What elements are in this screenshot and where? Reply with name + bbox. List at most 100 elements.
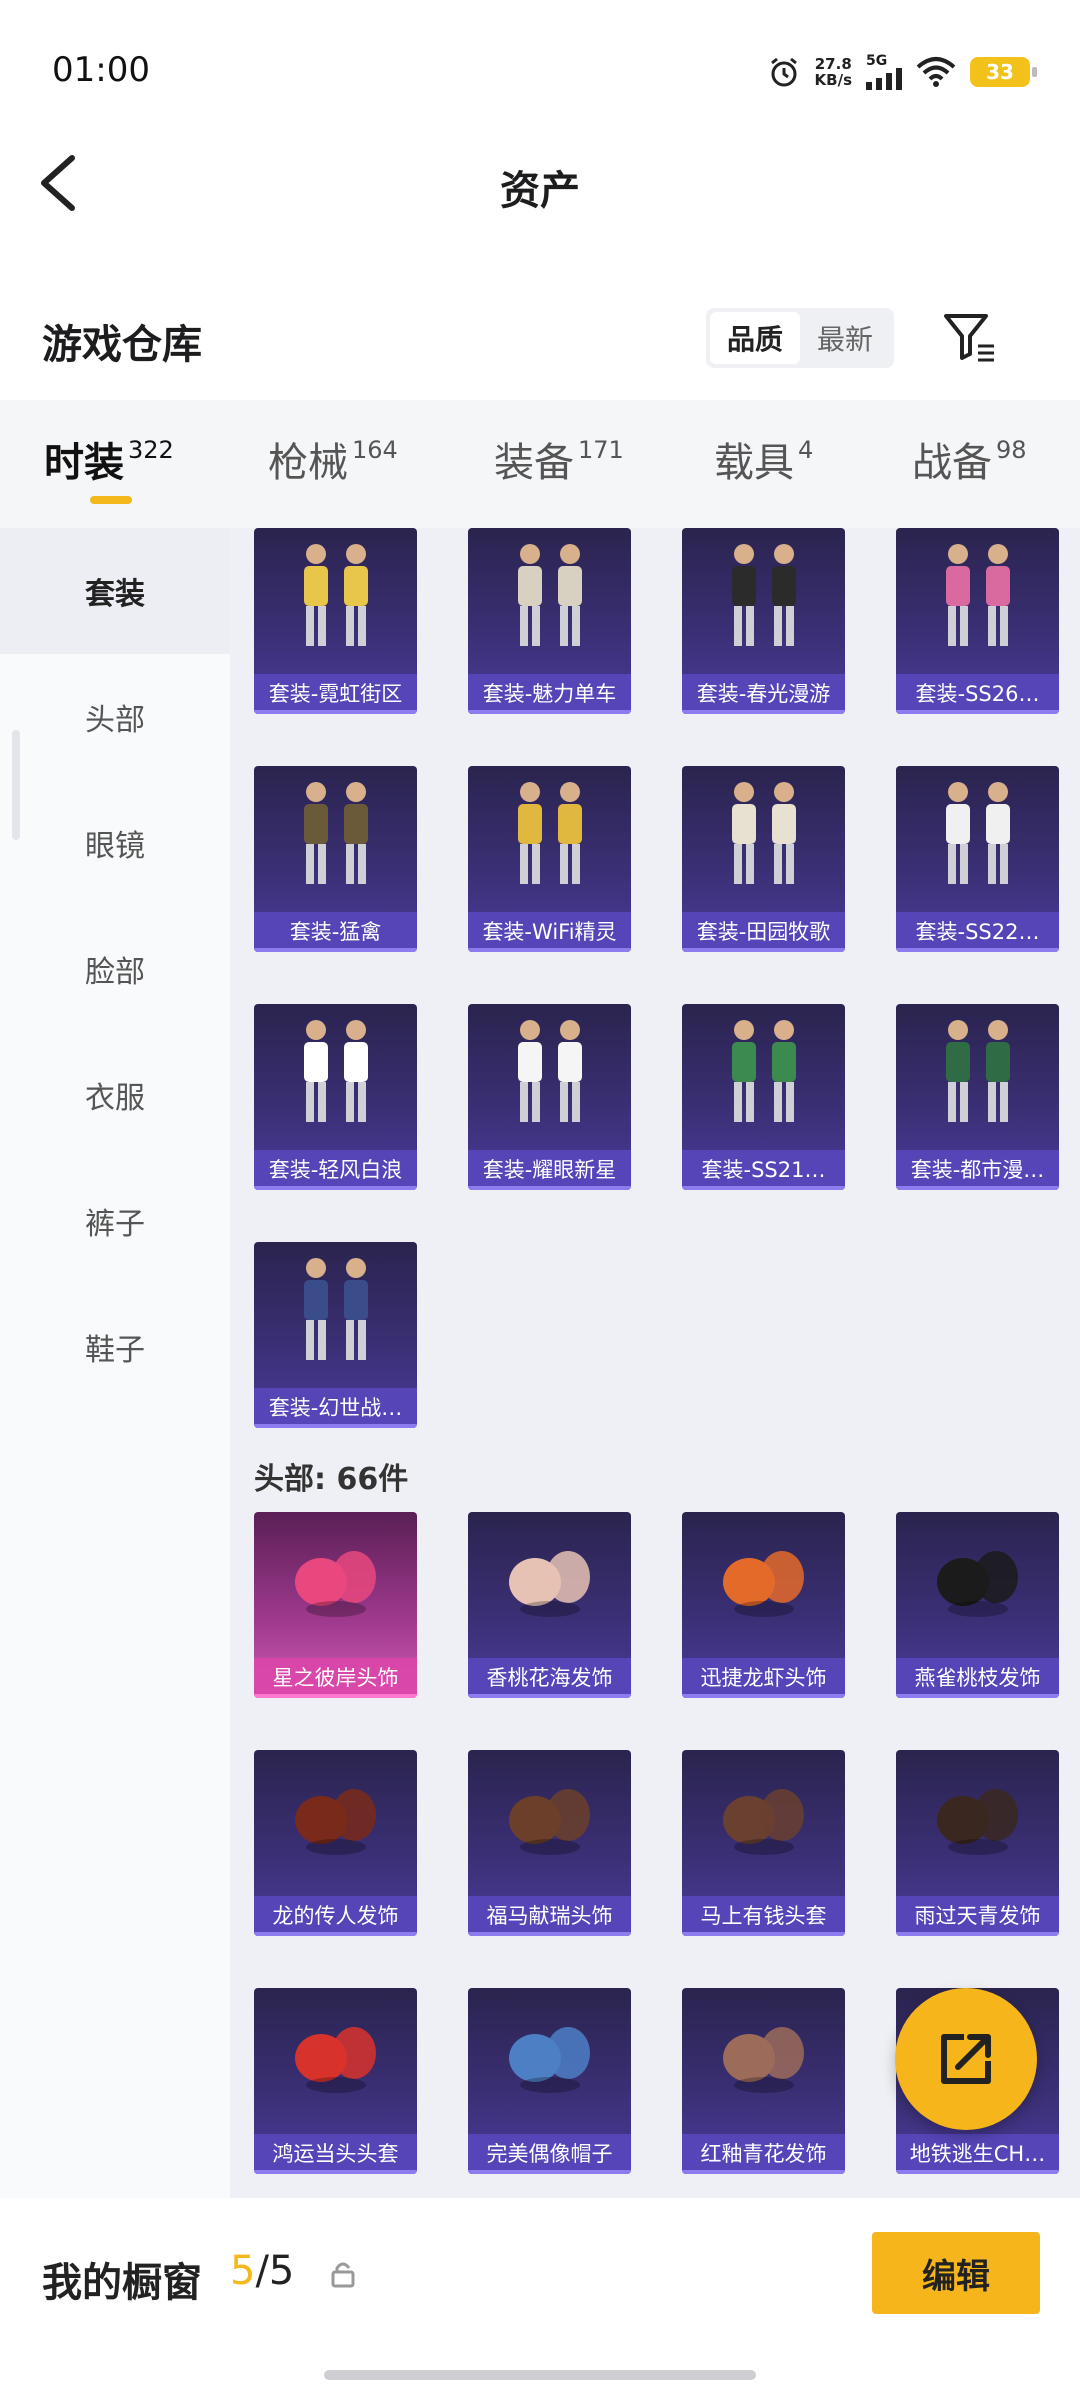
tab-label: 装备 <box>494 440 574 486</box>
item-label: 完美偶像帽子 <box>468 2134 631 2174</box>
head-item-card[interactable]: 鸿运当头头套 <box>254 1988 417 2174</box>
edit-button[interactable]: 编辑 <box>872 2232 1040 2314</box>
tab-equipment[interactable]: 装备 171 <box>494 430 624 488</box>
item-thumbnail <box>254 1242 417 1382</box>
tab-count: 164 <box>352 436 398 464</box>
suit-card[interactable]: 套装-SS26… <box>896 528 1059 714</box>
speed-value: 27.8 <box>814 55 852 73</box>
item-label: 套装-幻世战… <box>254 1388 417 1428</box>
tab-combat-gear[interactable]: 战备 98 <box>912 430 1027 488</box>
head-item-card[interactable]: 燕雀桃枝发饰 <box>896 1512 1059 1698</box>
sidebar-item-clothes[interactable]: 衣服 <box>0 1032 230 1158</box>
suit-card[interactable]: 套装-霓虹街区 <box>254 528 417 714</box>
head-item-card[interactable]: 马上有钱头套 <box>682 1750 845 1936</box>
suit-card[interactable]: 套装-耀眼新星 <box>468 1004 631 1190</box>
item-thumbnail <box>896 766 1059 906</box>
rarity-edge <box>254 1186 417 1190</box>
item-label: 地铁逃生CH… <box>896 2134 1059 2174</box>
tab-label: 载具 <box>714 440 794 486</box>
sidebar-item-pants[interactable]: 裤子 <box>0 1158 230 1284</box>
suit-card[interactable]: 套装-WiFi精灵 <box>468 766 631 952</box>
item-thumbnail <box>468 528 631 668</box>
alarm-icon <box>770 57 797 87</box>
rarity-edge <box>254 948 417 952</box>
item-label: 套装-霓虹街区 <box>254 674 417 714</box>
rarity-edge <box>896 1186 1059 1190</box>
rarity-edge <box>896 948 1059 952</box>
tab-count: 171 <box>578 436 624 464</box>
suit-card[interactable]: 套装-都市漫… <box>896 1004 1059 1190</box>
warehouse-title: 游戏仓库 <box>42 322 202 368</box>
tab-count: 322 <box>128 436 174 464</box>
item-thumbnail <box>682 1750 845 1890</box>
item-label: 龙的传人发饰 <box>254 1896 417 1936</box>
sidebar-item-shoes[interactable]: 鞋子 <box>0 1284 230 1410</box>
rarity-edge <box>468 1694 631 1698</box>
head-item-card[interactable]: 完美偶像帽子 <box>468 1988 631 2174</box>
head-item-card[interactable]: 红釉青花发饰 <box>682 1988 845 2174</box>
tab-label: 战备 <box>912 440 992 486</box>
suit-card[interactable]: 套装-SS21… <box>682 1004 845 1190</box>
page-title: 资产 <box>500 168 580 214</box>
item-thumbnail <box>468 1004 631 1144</box>
head-item-card[interactable]: 迅捷龙虾头饰 <box>682 1512 845 1698</box>
rarity-edge <box>682 1694 845 1698</box>
external-link-icon <box>941 2034 991 2084</box>
showcase-total: /5 <box>255 2248 295 2294</box>
item-label: 套装-猛禽 <box>254 912 417 952</box>
rarity-edge <box>254 1932 417 1936</box>
item-thumbnail <box>254 1004 417 1144</box>
suit-card[interactable]: 套装-幻世战… <box>254 1242 417 1428</box>
sidebar-scrollbar[interactable] <box>12 730 20 840</box>
tab-guns[interactable]: 枪械 164 <box>268 430 398 488</box>
rarity-edge <box>896 710 1059 714</box>
suit-card[interactable]: 套装-猛禽 <box>254 766 417 952</box>
tab-fashion[interactable]: 时装 322 <box>44 430 174 488</box>
suit-card[interactable]: 套装-魅力单车 <box>468 528 631 714</box>
item-label: 马上有钱头套 <box>682 1896 845 1936</box>
filter-button[interactable] <box>942 310 998 366</box>
head-item-card[interactable]: 龙的传人发饰 <box>254 1750 417 1936</box>
head-item-card[interactable]: 香桃花海发饰 <box>468 1512 631 1698</box>
rarity-edge <box>468 948 631 952</box>
item-label: 雨过天青发饰 <box>896 1896 1059 1936</box>
rarity-edge <box>468 2170 631 2174</box>
item-label: 套装-SS21… <box>682 1150 845 1190</box>
sort-quality-button[interactable]: 品质 <box>710 312 800 364</box>
sidebar-item-head[interactable]: 头部 <box>0 654 230 780</box>
item-thumbnail <box>682 1004 845 1144</box>
suit-card[interactable]: 套装-春光漫游 <box>682 528 845 714</box>
rarity-edge <box>896 1932 1059 1936</box>
item-thumbnail <box>896 528 1059 668</box>
head-item-card[interactable]: 雨过天青发饰 <box>896 1750 1059 1936</box>
sort-newest-button[interactable]: 最新 <box>800 312 890 364</box>
item-label: 套装-耀眼新星 <box>468 1150 631 1190</box>
tab-label: 枪械 <box>268 440 348 486</box>
lock-icon <box>330 2260 356 2288</box>
item-thumbnail <box>468 1512 631 1652</box>
speed-unit: KB/s <box>814 71 852 89</box>
suit-card[interactable]: 套装-SS22… <box>896 766 1059 952</box>
item-thumbnail <box>254 766 417 906</box>
sort-toggle: 品质 最新 <box>706 308 894 368</box>
sidebar-item-face[interactable]: 脸部 <box>0 906 230 1032</box>
item-thumbnail <box>682 528 845 668</box>
home-indicator[interactable] <box>324 2370 756 2380</box>
item-thumbnail <box>254 1512 417 1652</box>
sidebar-item-glasses[interactable]: 眼镜 <box>0 780 230 906</box>
head-item-card[interactable]: 福马献瑞头饰 <box>468 1750 631 1936</box>
share-fab-button[interactable] <box>895 1988 1037 2130</box>
item-label: 星之彼岸头饰 <box>254 1658 417 1698</box>
item-label: 鸿运当头头套 <box>254 2134 417 2174</box>
rarity-edge <box>896 1694 1059 1698</box>
battery-indicator: 33 <box>970 57 1037 87</box>
suit-card[interactable]: 套装-田园牧歌 <box>682 766 845 952</box>
head-item-card[interactable]: 星之彼岸头饰 <box>254 1512 417 1698</box>
rarity-edge <box>468 1932 631 1936</box>
item-thumbnail <box>254 528 417 668</box>
rarity-edge <box>682 710 845 714</box>
sidebar-item-suits[interactable]: 套装 <box>0 528 230 654</box>
item-label: 套装-WiFi精灵 <box>468 912 631 952</box>
tab-vehicles[interactable]: 载具 4 <box>714 430 813 488</box>
suit-card[interactable]: 套装-轻风白浪 <box>254 1004 417 1190</box>
